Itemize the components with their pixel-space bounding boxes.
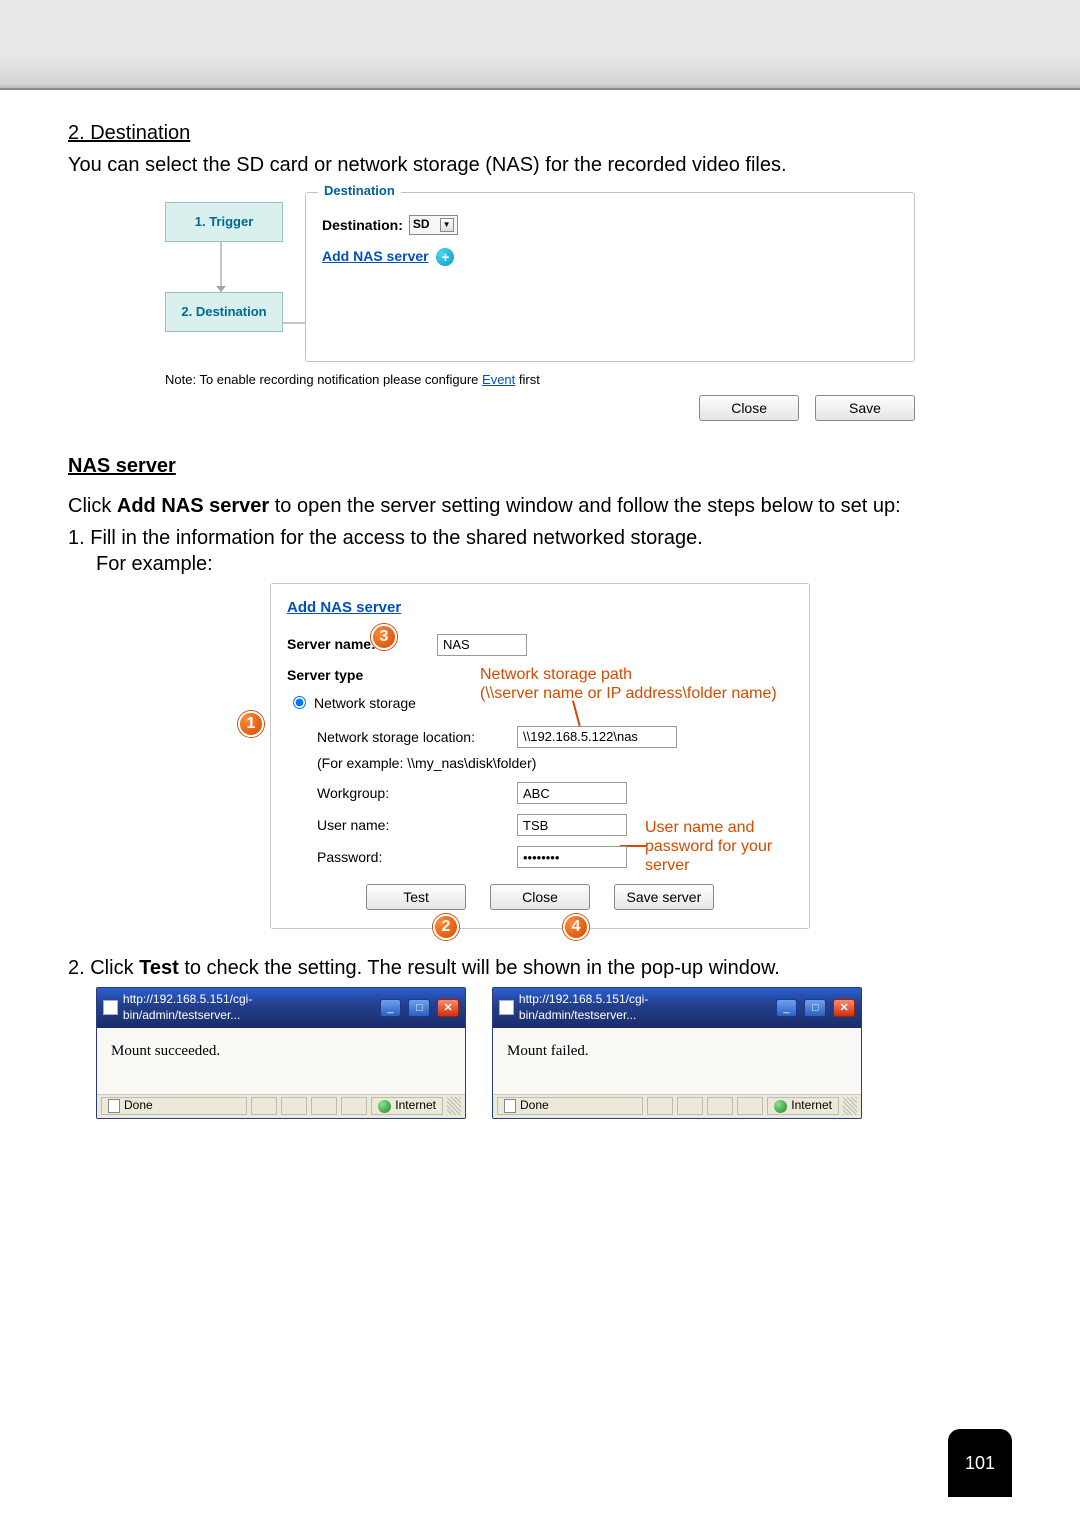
server-name-label: Server name: [287,635,427,653]
nas-heading: NAS server [68,453,1012,479]
destination-select-value: SD [413,217,430,233]
note-prefix: Note: To enable recording notification p… [165,372,482,387]
page-icon [108,1099,120,1113]
step-destination[interactable]: 2. Destination [165,292,283,332]
nas-intro-prefix: Click [68,495,117,517]
destination-label: Destination: [322,216,403,234]
add-nas-link[interactable]: Add NAS server [322,248,429,264]
minimize-button[interactable]: _ [776,999,798,1017]
page-header-band [0,0,1080,90]
popup-url: http://192.168.5.151/cgi-bin/admin/tests… [123,992,368,1023]
intro-paragraph: You can select the SD card or network st… [68,152,1012,178]
step-connector-icon [220,242,226,292]
nas-close-button[interactable]: Close [490,884,590,910]
server-name-input[interactable] [437,634,527,656]
page-number: 101 [948,1429,1012,1497]
fieldset-legend: Destination [318,183,401,200]
test-button[interactable]: Test [366,884,466,910]
window-close-button[interactable]: ✕ [833,999,855,1017]
popup-success: http://192.168.5.151/cgi-bin/admin/tests… [96,987,466,1118]
network-storage-radio[interactable] [293,696,306,709]
popup-titlebar: http://192.168.5.151/cgi-bin/admin/tests… [493,988,861,1027]
add-nas-figure: 1 Network storage path (\\server name or… [270,583,810,929]
page-content: 2. Destination You can select the SD car… [0,90,1080,1119]
popup-fail: http://192.168.5.151/cgi-bin/admin/tests… [492,987,862,1118]
plus-icon[interactable]: + [436,248,454,266]
server-type-label: Server type [287,666,427,684]
note-suffix: first [515,372,540,387]
status-done: Done [520,1098,549,1114]
resize-grip-icon[interactable] [843,1097,857,1115]
status-internet: Internet [395,1098,436,1114]
wizard-steps: 1. Trigger 2. Destination [165,202,295,332]
section-heading: 2. Destination [68,120,1012,146]
destination-select[interactable]: SD ▼ [409,215,458,235]
event-link[interactable]: Event [482,372,515,387]
globe-icon [378,1100,391,1113]
add-nas-panel: Add NAS server 3 Server name: Server typ… [270,583,810,929]
status-bar: Done Internet [97,1094,465,1118]
test-bold: Test [139,957,179,979]
destination-fieldset: Destination Destination: SD ▼ Add NAS se… [305,192,915,362]
ie-icon [499,1000,514,1015]
popup-body-fail: Mount failed. [493,1028,861,1094]
workgroup-input[interactable] [517,782,627,804]
note-text: Note: To enable recording notification p… [165,372,915,389]
step-trigger[interactable]: 1. Trigger [165,202,283,242]
resize-grip-icon[interactable] [447,1097,461,1115]
callout-bubble-4: 4 [563,914,589,940]
page-icon [504,1099,516,1113]
password-input[interactable] [517,846,627,868]
close-button[interactable]: Close [699,395,799,421]
save-button[interactable]: Save [815,395,915,421]
workgroup-label: Workgroup: [317,784,507,802]
callout-bubble-1: 1 [238,711,264,737]
test-result-popups: http://192.168.5.151/cgi-bin/admin/tests… [96,987,1012,1118]
location-input[interactable] [517,726,677,748]
network-storage-label: Network storage [314,694,416,712]
add-nas-title[interactable]: Add NAS server [287,599,401,616]
callout-bubble-2: 2 [433,914,459,940]
nas-step1: 1. Fill in the information for the acces… [68,525,1012,551]
branch-line-icon [283,322,305,324]
save-server-button[interactable]: Save server [614,884,714,910]
popup-url: http://192.168.5.151/cgi-bin/admin/tests… [519,992,764,1023]
destination-config-figure: 1. Trigger 2. Destination Destination De… [165,192,915,421]
window-close-button[interactable]: ✕ [437,999,459,1017]
username-input[interactable] [517,814,627,836]
status-bar: Done Internet [493,1094,861,1118]
nas-intro: Click Add NAS server to open the server … [68,493,1012,519]
test-prefix: 2. Click [68,957,139,979]
password-label: Password: [317,848,507,866]
nas-intro-bold: Add NAS server [117,495,269,517]
status-done: Done [124,1098,153,1114]
minimize-button[interactable]: _ [380,999,402,1017]
maximize-button[interactable]: □ [408,999,430,1017]
location-example: (For example: \\my_nas\disk\folder) [317,754,793,772]
callout-bubble-3: 3 [371,624,397,650]
nas-example-label: For example: [96,551,1012,577]
dropdown-arrow-icon: ▼ [440,218,454,232]
globe-icon [774,1100,787,1113]
username-label: User name: [317,816,507,834]
ie-icon [103,1000,118,1015]
popup-body-success: Mount succeeded. [97,1028,465,1094]
status-internet: Internet [791,1098,832,1114]
test-suffix: to check the setting. The result will be… [179,957,780,979]
popup-titlebar: http://192.168.5.151/cgi-bin/admin/tests… [97,988,465,1027]
test-instruction: 2. Click Test to check the setting. The … [68,955,1012,981]
location-label: Network storage location: [317,728,507,746]
maximize-button[interactable]: □ [804,999,826,1017]
nas-intro-suffix: to open the server setting window and fo… [269,495,900,517]
